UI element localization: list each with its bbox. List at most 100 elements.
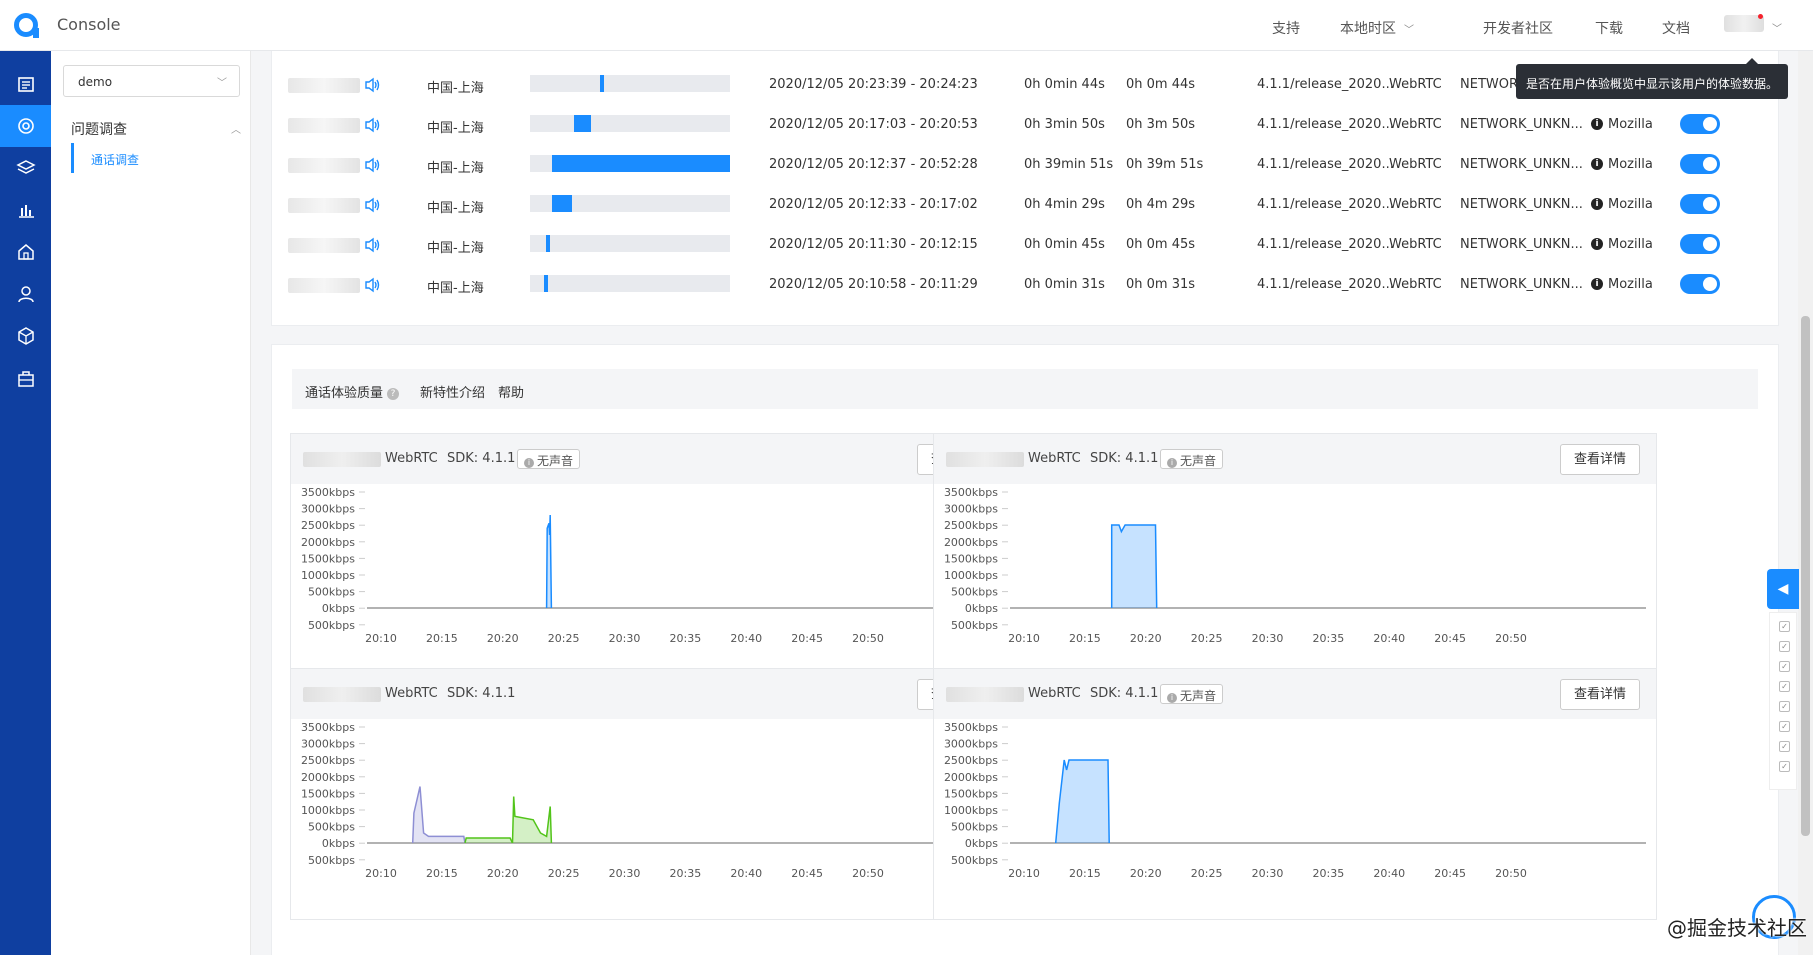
chevron-down-icon: ﹀ — [217, 78, 227, 89]
tab-features[interactable]: 新特性介绍 — [420, 382, 485, 401]
bag-icon[interactable] — [0, 357, 51, 399]
nav-support[interactable]: 支持 — [1272, 18, 1300, 38]
view-detail-button[interactable]: 查看详情 — [1560, 444, 1640, 475]
location: 中国-上海 — [427, 241, 484, 256]
table-row[interactable]: 中国-上海 2020/12/05 20:12:33 - 20:17:02 0h 4m… — [272, 185, 1780, 225]
table-row[interactable]: 中国-上海 2020/12/05 20:17:03 - 20:20:53 0h 3m… — [272, 105, 1780, 145]
scrollbar-thumb[interactable] — [1801, 316, 1810, 836]
nav-timezone[interactable]: 本地时区 ﹀ — [1340, 18, 1414, 38]
mute-badge: i 无声音 — [1160, 449, 1224, 469]
x-tick-label: 20:20 — [1130, 867, 1162, 880]
y-tick-label: 1000kbps — [944, 569, 998, 582]
network-type: NETWORK_UNKN... — [1460, 277, 1583, 292]
call-time: 2020/12/05 20:10:58 - 20:11:29 — [769, 277, 978, 292]
y-tick-label: 2000kbps — [301, 771, 355, 784]
x-tick-label: 20:30 — [609, 867, 641, 880]
user-duration: 0h 4m 29s — [1126, 197, 1196, 212]
y-tick-label: 500kbps — [951, 821, 998, 834]
checkbox[interactable]: ✓ — [1779, 661, 1790, 672]
checkbox[interactable]: ✓ — [1779, 721, 1790, 732]
browser: Mozilla — [1608, 277, 1653, 292]
layers-icon[interactable] — [0, 147, 51, 189]
speaker-icon[interactable] — [364, 116, 382, 134]
help-circle-icon[interactable]: ? — [387, 387, 400, 400]
vertical-scrollbar[interactable] — [1798, 51, 1813, 955]
notification-dot — [1758, 14, 1763, 19]
call-search-icon[interactable] — [0, 105, 51, 147]
platform: WebRTC — [1389, 237, 1442, 252]
call-duration: 0h 0min 45s — [1024, 237, 1105, 252]
quality-card: 通话体验质量? 新特性介绍 帮助 WebRTCSDK: 4.1.1i无声音查看详… — [271, 344, 1779, 955]
call-time: 2020/12/05 20:23:39 - 20:24:23 — [769, 77, 978, 92]
tab-quality[interactable]: 通话体验质量? — [305, 382, 400, 401]
logo-icon[interactable] — [14, 13, 39, 38]
checkbox[interactable]: ✓ — [1779, 701, 1790, 712]
checkbox[interactable]: ✓ — [1779, 681, 1790, 692]
user-duration: 0h 3m 50s — [1126, 117, 1196, 132]
call-time: 2020/12/05 20:12:37 - 20:52:28 — [769, 157, 978, 172]
user-icon[interactable] — [0, 273, 51, 315]
main-content: 中国-上海 2020/12/05 20:23:39 - 20:24:23 0h 0m… — [251, 51, 1798, 955]
experience-toggle[interactable] — [1680, 234, 1720, 254]
speaker-icon[interactable] — [364, 156, 382, 174]
quality-panel: WebRTCSDK: 4.1.1i无声音查看详情3500kbps3000kbps… — [933, 668, 1657, 920]
checkbox[interactable]: ✓ — [1779, 641, 1790, 652]
tab-help[interactable]: 帮助 — [498, 382, 524, 401]
y-tick-label: 3000kbps — [944, 738, 998, 751]
y-tick-label: 1500kbps — [301, 787, 355, 800]
speaker-icon[interactable] — [364, 276, 382, 294]
mute-label: 无声音 — [537, 454, 574, 468]
info-icon: i — [1591, 238, 1603, 250]
panel-sdk: SDK: 4.1.1 — [1090, 451, 1159, 466]
nav-docs[interactable]: 文档 — [1662, 18, 1690, 38]
y-tick-label: 500kbps — [308, 854, 355, 867]
home-icon[interactable] — [0, 231, 51, 273]
table-row[interactable]: 中国-上海 2020/12/05 20:12:37 - 20:52:28 0h 39… — [272, 145, 1780, 185]
call-timeline — [530, 235, 730, 252]
checkbox[interactable]: ✓ — [1779, 761, 1790, 772]
bitrate-chart: 3500kbps 3000kbps 2500kbps 2000kbps 1500kbps… — [301, 486, 1003, 645]
collapse-panel-icon[interactable]: ◀ — [1767, 569, 1799, 609]
y-tick-label: 2000kbps — [944, 536, 998, 549]
checkbox[interactable]: ✓ — [1779, 621, 1790, 632]
cube-icon[interactable] — [0, 315, 51, 357]
speaker-icon[interactable] — [364, 236, 382, 254]
user-id-blurred — [288, 278, 360, 293]
x-tick-label: 20:15 — [426, 632, 458, 645]
sdk-version: 4.1.1/release_2020... — [1257, 197, 1394, 212]
overview-icon[interactable] — [0, 63, 51, 105]
experience-toggle[interactable] — [1680, 154, 1720, 174]
quality-panel: WebRTCSDK: 4.1.1查看详情3500kbps3000kbps2500… — [290, 668, 1014, 920]
y-tick-label: 0kbps — [965, 602, 998, 615]
table-row[interactable]: 中国-上海 2020/12/05 20:11:30 - 20:12:15 0h 0m… — [272, 225, 1780, 265]
x-tick-label: 20:15 — [426, 867, 458, 880]
experience-toggle[interactable] — [1680, 194, 1720, 214]
menu-group-investigation[interactable]: 问题调查 ︿ — [71, 119, 241, 139]
nav-download[interactable]: 下载 — [1595, 18, 1623, 38]
nav-community[interactable]: 开发者社区 — [1483, 18, 1553, 38]
experience-toggle[interactable] — [1680, 274, 1720, 294]
chart-icon[interactable] — [0, 189, 51, 231]
menu-item-call-search[interactable]: 通话调查 — [71, 143, 241, 173]
x-tick-label: 20:20 — [1130, 632, 1162, 645]
x-tick-label: 20:50 — [1495, 632, 1527, 645]
speaker-icon[interactable] — [364, 76, 382, 94]
call-duration: 0h 39min 51s — [1024, 157, 1114, 172]
user-id-blurred — [303, 452, 381, 467]
checkbox[interactable]: ✓ — [1779, 741, 1790, 752]
call-timeline — [530, 195, 730, 212]
y-tick-label: 500kbps — [308, 619, 355, 632]
view-detail-button[interactable]: 查看详情 — [1560, 679, 1640, 710]
y-tick-label: 1000kbps — [301, 804, 355, 817]
app-select[interactable]: demo ﹀ — [63, 65, 240, 97]
panel-sdk: SDK: 4.1.1 — [447, 451, 516, 466]
experience-toggle[interactable] — [1680, 114, 1720, 134]
chevron-up-icon: ︿ — [231, 125, 241, 136]
speaker-icon[interactable] — [364, 196, 382, 214]
x-tick-label: 20:25 — [548, 632, 580, 645]
y-tick-label: 2500kbps — [944, 754, 998, 767]
table-row[interactable]: 中国-上海 2020/12/05 20:10:58 - 20:11:29 0h 0m… — [272, 265, 1780, 305]
chevron-down-icon[interactable]: ﹀ — [1772, 20, 1782, 35]
panel-sdk: SDK: 4.1.1 — [1090, 686, 1159, 701]
info-icon: i — [524, 458, 534, 468]
